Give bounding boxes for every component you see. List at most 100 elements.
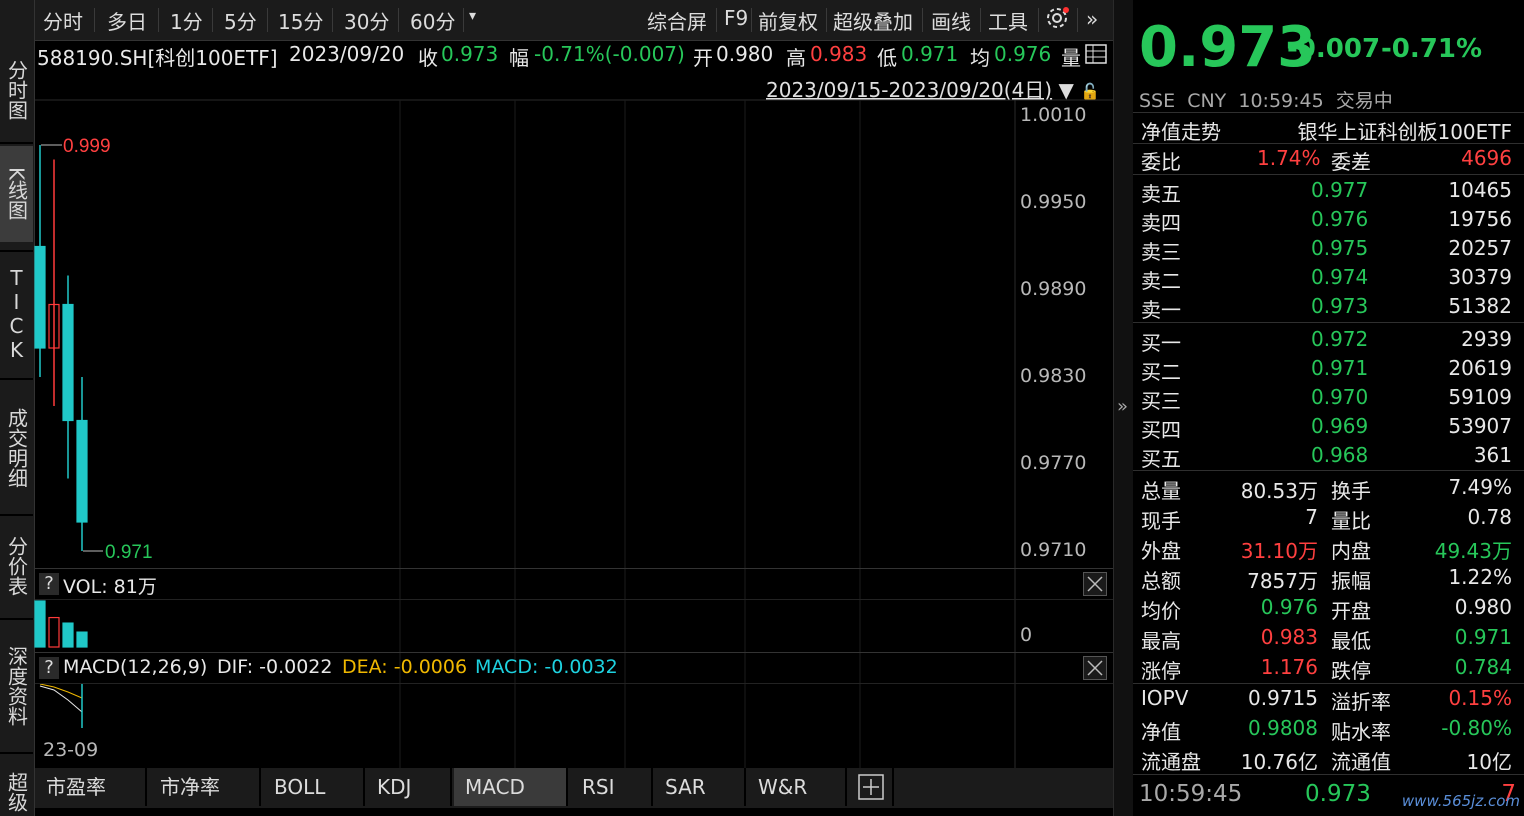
ask-row[interactable]: 卖一 0.973 51382: [1133, 292, 1524, 322]
bid-row-volume: 59109: [1448, 385, 1512, 409]
y-tick-label: 0.9890: [1020, 278, 1087, 300]
tab-kdj[interactable]: KDJ: [366, 768, 452, 806]
help-icon[interactable]: ?: [39, 657, 59, 679]
bid-row-price: 0.969: [1311, 414, 1369, 438]
tab-macd[interactable]: MACD: [454, 768, 568, 806]
bid-row-label: 买五: [1141, 447, 1181, 471]
stat-label: 贴水率: [1331, 720, 1391, 744]
stat-label: 振幅: [1331, 569, 1371, 593]
stat-value: 7857万: [1247, 569, 1318, 593]
stat-label: IOPV: [1141, 686, 1189, 710]
candle-body: [62, 303, 74, 422]
vol-panel-header: ? VOL: 81万: [35, 568, 1113, 600]
price-change-pct: -0.71%: [1381, 34, 1482, 64]
stat-value: 0.9808: [1248, 716, 1318, 740]
stat-value: 0.983: [1260, 625, 1318, 649]
stat-row: 外盘 31.10万 内盘 49.43万: [1133, 533, 1524, 563]
stat-row: IOPV 0.9715 溢折率 0.15%: [1133, 684, 1524, 714]
tab-pe[interactable]: 市盈率: [35, 768, 147, 806]
stat-label: 总额: [1141, 569, 1181, 593]
nav-tab-super[interactable]: 超级: [0, 762, 33, 816]
stat-value: 1.22%: [1448, 565, 1512, 589]
stat-row: 最高 0.983 最低 0.971: [1133, 623, 1524, 653]
stat-value: 1.176: [1260, 655, 1318, 679]
tab-rsi[interactable]: RSI: [571, 768, 653, 806]
macd-dea: DEA: -0.0006: [342, 656, 468, 678]
stat-row: 总量 80.53万 换手 7.49%: [1133, 473, 1524, 503]
tab-wr[interactable]: W&R: [747, 768, 847, 806]
bid-row-price: 0.968: [1311, 443, 1369, 467]
stat-value: 0.15%: [1448, 686, 1512, 710]
stat-label: 内盘: [1331, 539, 1371, 563]
stat-row: 均价 0.976 开盘 0.980: [1133, 593, 1524, 623]
close-icon[interactable]: [1083, 656, 1107, 680]
stat-value: 7.49%: [1448, 475, 1512, 499]
macd-panel-header: ? MACD(12,26,9) DIF: -0.0022 DEA: -0.000…: [35, 652, 1113, 684]
order-ratio-row: 委比 1.74% 委差 4696: [1133, 144, 1524, 174]
chevron-right-icon[interactable]: »: [1117, 396, 1128, 417]
ask-row-price: 0.976: [1311, 207, 1369, 231]
plus-box-icon[interactable]: [848, 768, 894, 806]
help-icon[interactable]: ?: [39, 573, 59, 595]
bid-row-price: 0.971: [1311, 356, 1369, 380]
nav-trend-row[interactable]: 净值走势 银华上证科创板100ETF: [1133, 114, 1524, 144]
bid-row-price: 0.972: [1311, 327, 1369, 351]
stat-label: 流通盘: [1141, 750, 1201, 774]
ask-row-volume: 19756: [1448, 207, 1512, 231]
stat-label: 现手: [1141, 509, 1181, 533]
ask-row-label: 卖三: [1141, 240, 1181, 264]
volume-bar: [62, 622, 74, 648]
stat-label: 最低: [1331, 629, 1371, 653]
ask-row[interactable]: 卖四 0.976 19756: [1133, 205, 1524, 235]
stat-value: 10亿: [1466, 750, 1512, 774]
bid-row-volume: 2939: [1461, 327, 1512, 351]
fund-name: 银华上证科创板100ETF: [1297, 120, 1512, 144]
close-icon[interactable]: [1083, 572, 1107, 596]
bid-row-volume: 53907: [1448, 414, 1512, 438]
tab-pb[interactable]: 市净率: [149, 768, 261, 806]
tab-boll[interactable]: BOLL: [263, 768, 365, 806]
min-price-label: 0.971: [105, 542, 153, 563]
stat-label: 量比: [1331, 509, 1371, 533]
stat-label: 外盘: [1141, 539, 1181, 563]
y-tick-label: 0.9770: [1020, 452, 1087, 474]
stat-row: 总额 7857万 振幅 1.22%: [1133, 563, 1524, 593]
stat-value: 0.784: [1454, 655, 1512, 679]
ask-row[interactable]: 卖二 0.974 30379: [1133, 263, 1524, 293]
bid-row[interactable]: 买五 0.968 361: [1133, 441, 1524, 471]
stat-label: 最高: [1141, 629, 1181, 653]
ask-row-price: 0.977: [1311, 178, 1369, 202]
tick-price: 0.973: [1305, 781, 1371, 807]
panel-divider[interactable]: »: [1113, 0, 1135, 816]
ask-row-volume: 51382: [1448, 294, 1512, 318]
order-diff-value: 4696: [1461, 146, 1512, 170]
stat-value: 0.976: [1260, 595, 1318, 619]
ask-row-label: 卖五: [1141, 182, 1181, 206]
bid-row[interactable]: 买一 0.972 2939: [1133, 325, 1524, 355]
bid-row[interactable]: 买三 0.970 59109: [1133, 383, 1524, 413]
bid-row[interactable]: 买二 0.971 20619: [1133, 354, 1524, 384]
tab-sar[interactable]: SAR: [654, 768, 746, 806]
ask-row[interactable]: 卖五 0.977 10465: [1133, 176, 1524, 206]
ask-row-volume: 20257: [1448, 236, 1512, 260]
ask-row-volume: 30379: [1448, 265, 1512, 289]
stat-value: 0.9715: [1248, 686, 1318, 710]
bid-row-volume: 20619: [1448, 356, 1512, 380]
nav-tab-super-label: 超级: [4, 772, 29, 812]
stat-value: 31.10万: [1240, 539, 1318, 563]
bid-row[interactable]: 买四 0.969 53907: [1133, 412, 1524, 442]
ask-row[interactable]: 卖三 0.975 20257: [1133, 234, 1524, 264]
nav-trend-label: 净值走势: [1141, 120, 1221, 144]
market-status: SSE CNY 10:59:45 交易中: [1139, 90, 1393, 112]
y-tick-label: 1.0010: [1020, 104, 1087, 126]
candle-body: [34, 245, 46, 349]
stat-label: 总量: [1141, 479, 1181, 503]
stat-label: 流通值: [1331, 750, 1391, 774]
volume-bar: [48, 616, 60, 648]
max-price-label: 0.999: [63, 136, 111, 157]
x-axis-label: 23-09: [43, 739, 99, 761]
ask-row-label: 卖一: [1141, 298, 1181, 322]
watermark: www.565jz.com: [1401, 792, 1520, 810]
stat-row: 净值 0.9808 贴水率 -0.80%: [1133, 714, 1524, 744]
tick-time: 10:59:45: [1139, 781, 1243, 807]
